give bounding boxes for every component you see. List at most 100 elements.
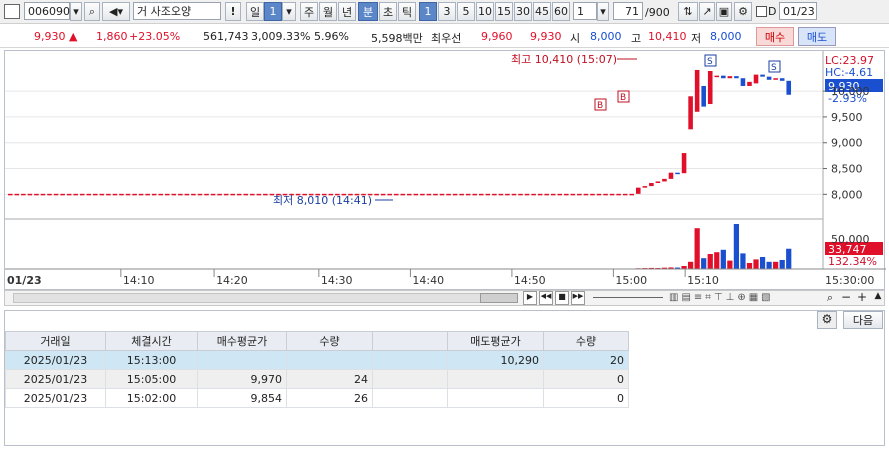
speaker-icon[interactable]: ◀▾ — [102, 2, 130, 21]
volume-bar — [701, 258, 707, 269]
table-row[interactable]: 2025/01/23 15:02:00 9,854 26 0 — [5, 388, 629, 408]
candle — [779, 78, 785, 81]
stock-code-input[interactable]: 006090 — [24, 2, 70, 20]
candle — [766, 76, 772, 80]
scrollbar-track[interactable] — [13, 293, 518, 303]
candle — [204, 193, 209, 196]
candle — [622, 193, 628, 196]
volume-tick-label: 50,000 — [831, 233, 870, 246]
chevron-down-icon[interactable]: ▾ — [597, 2, 609, 21]
candle — [230, 193, 235, 196]
toolbar: 006090 ▾ ⌕ ◀▾ 거 사조오양 ! 일 1 ▾ 주 월 년 분 초 틱… — [0, 0, 889, 24]
period-week-button[interactable]: 주 — [300, 2, 318, 21]
candle — [675, 172, 680, 175]
forward-button[interactable]: ▶▶ — [571, 291, 585, 305]
table-row[interactable]: 2025/01/23 15:13:00 10,290 20 — [5, 350, 629, 370]
zoom-out-button[interactable]: − — [839, 290, 853, 304]
trade-time: 15:05:00 — [105, 369, 198, 389]
interval-10-button[interactable]: 10 — [476, 2, 494, 21]
candle — [21, 193, 26, 196]
period-tick-button[interactable]: 틱 — [398, 2, 416, 21]
candle — [452, 193, 458, 196]
interval-3-button[interactable]: 3 — [438, 2, 456, 21]
candle — [27, 193, 33, 196]
volume-bar — [687, 261, 694, 269]
unit-input[interactable]: 1 — [573, 2, 597, 20]
next-button[interactable]: 다음 — [843, 311, 883, 329]
line-tool-icon[interactable]: ↗ — [699, 2, 715, 21]
sell-avg — [447, 388, 544, 408]
speed-slider[interactable] — [593, 297, 663, 298]
candle — [387, 193, 392, 196]
candle — [86, 193, 92, 196]
candle-settings-icon[interactable]: ⇅ — [678, 2, 698, 21]
candle — [66, 193, 72, 196]
stock-name-field[interactable]: 거 사조오양 — [133, 2, 221, 20]
interval-30-button[interactable]: 30 — [514, 2, 532, 21]
price-chart[interactable]: BBSS 최고 10,410 (15:07) 최저 8,010 (14:41) … — [4, 50, 886, 290]
high-annotation: 최고 10,410 (15:07) — [511, 53, 617, 66]
scrollbar-thumb[interactable] — [480, 293, 518, 303]
sell-button[interactable]: 매도 — [798, 27, 836, 46]
candle — [151, 193, 157, 196]
chevron-down-icon[interactable]: ▾ — [70, 2, 82, 21]
open-label: 시 — [570, 32, 581, 45]
play-button[interactable]: ▶ — [523, 291, 537, 305]
magnifier-icon[interactable]: ⌕ — [823, 291, 837, 305]
quote-bar: 9,930 ▲ 1,860 +23.05% 561,743 3,009.33% … — [0, 26, 889, 48]
window-icon[interactable] — [4, 4, 20, 19]
candle — [596, 193, 602, 196]
candle — [236, 193, 242, 196]
table-row[interactable]: 2025/01/23 15:05:00 9,970 24 0 — [5, 369, 629, 389]
interval-15-button[interactable]: 15 — [495, 2, 513, 21]
sell-qty: 0 — [543, 388, 629, 408]
trade-table: 거래일 체결시간 매수평균가 수량 매도평균가 수량 2025/01/23 15… — [5, 331, 629, 408]
period-year-button[interactable]: 년 — [338, 2, 356, 21]
buy-button[interactable]: 매수 — [756, 27, 794, 46]
candle — [14, 193, 20, 196]
time-tick-label: 15:30:00 — [825, 274, 874, 287]
candle — [191, 193, 196, 196]
gear-icon[interactable]: ⚙ — [817, 311, 837, 329]
candle — [642, 186, 648, 188]
candle — [158, 193, 164, 196]
stock-name: 사조오양 — [150, 5, 192, 18]
change-value: 1,860 — [96, 30, 128, 43]
drawing-tools-icon[interactable]: ▥▤≡⌗⊤⊥⊕▦▧ — [669, 292, 819, 304]
spacer-cell — [372, 350, 448, 370]
alert-button[interactable]: ! — [225, 2, 241, 21]
buy-marker: B — [620, 93, 626, 103]
interval-60-button[interactable]: 60 — [552, 2, 570, 21]
candle — [740, 78, 746, 86]
candle — [544, 193, 549, 196]
search-icon[interactable]: ⌕ — [84, 2, 100, 21]
candle — [773, 78, 778, 80]
stop-button[interactable]: ■ — [555, 291, 569, 305]
buy-qty: 24 — [286, 369, 373, 389]
count-input[interactable]: 71 — [613, 2, 643, 20]
candle — [223, 193, 229, 196]
period-month-button[interactable]: 월 — [319, 2, 337, 21]
expand-button[interactable]: ▲ — [871, 291, 885, 305]
period-day-button[interactable]: 일 — [246, 2, 264, 21]
interval-1-button[interactable]: 1 — [419, 2, 437, 21]
zoom-in-button[interactable]: + — [855, 290, 869, 304]
period-minute-button[interactable]: 분 — [358, 2, 378, 21]
interval-45-button[interactable]: 45 — [533, 2, 551, 21]
volume-bar — [773, 261, 779, 269]
date-checkbox[interactable] — [756, 6, 767, 17]
chevron-down-icon[interactable]: ▾ — [282, 2, 296, 21]
period-day-count[interactable]: 1 — [264, 2, 282, 21]
volume-bar — [779, 260, 785, 269]
period-second-button[interactable]: 초 — [379, 2, 397, 21]
save-icon[interactable]: ▣ — [716, 2, 732, 21]
price-tick-label: 9,000 — [831, 137, 863, 150]
rewind-button[interactable]: ◀◀ — [539, 291, 553, 305]
candle — [40, 193, 46, 196]
amount: 5,598백만 — [371, 32, 423, 45]
gear-icon[interactable]: ⚙ — [734, 2, 752, 21]
date-input[interactable]: 01/23 — [779, 2, 817, 20]
interval-5-button[interactable]: 5 — [457, 2, 475, 21]
candle — [138, 193, 144, 196]
candle — [60, 193, 65, 196]
